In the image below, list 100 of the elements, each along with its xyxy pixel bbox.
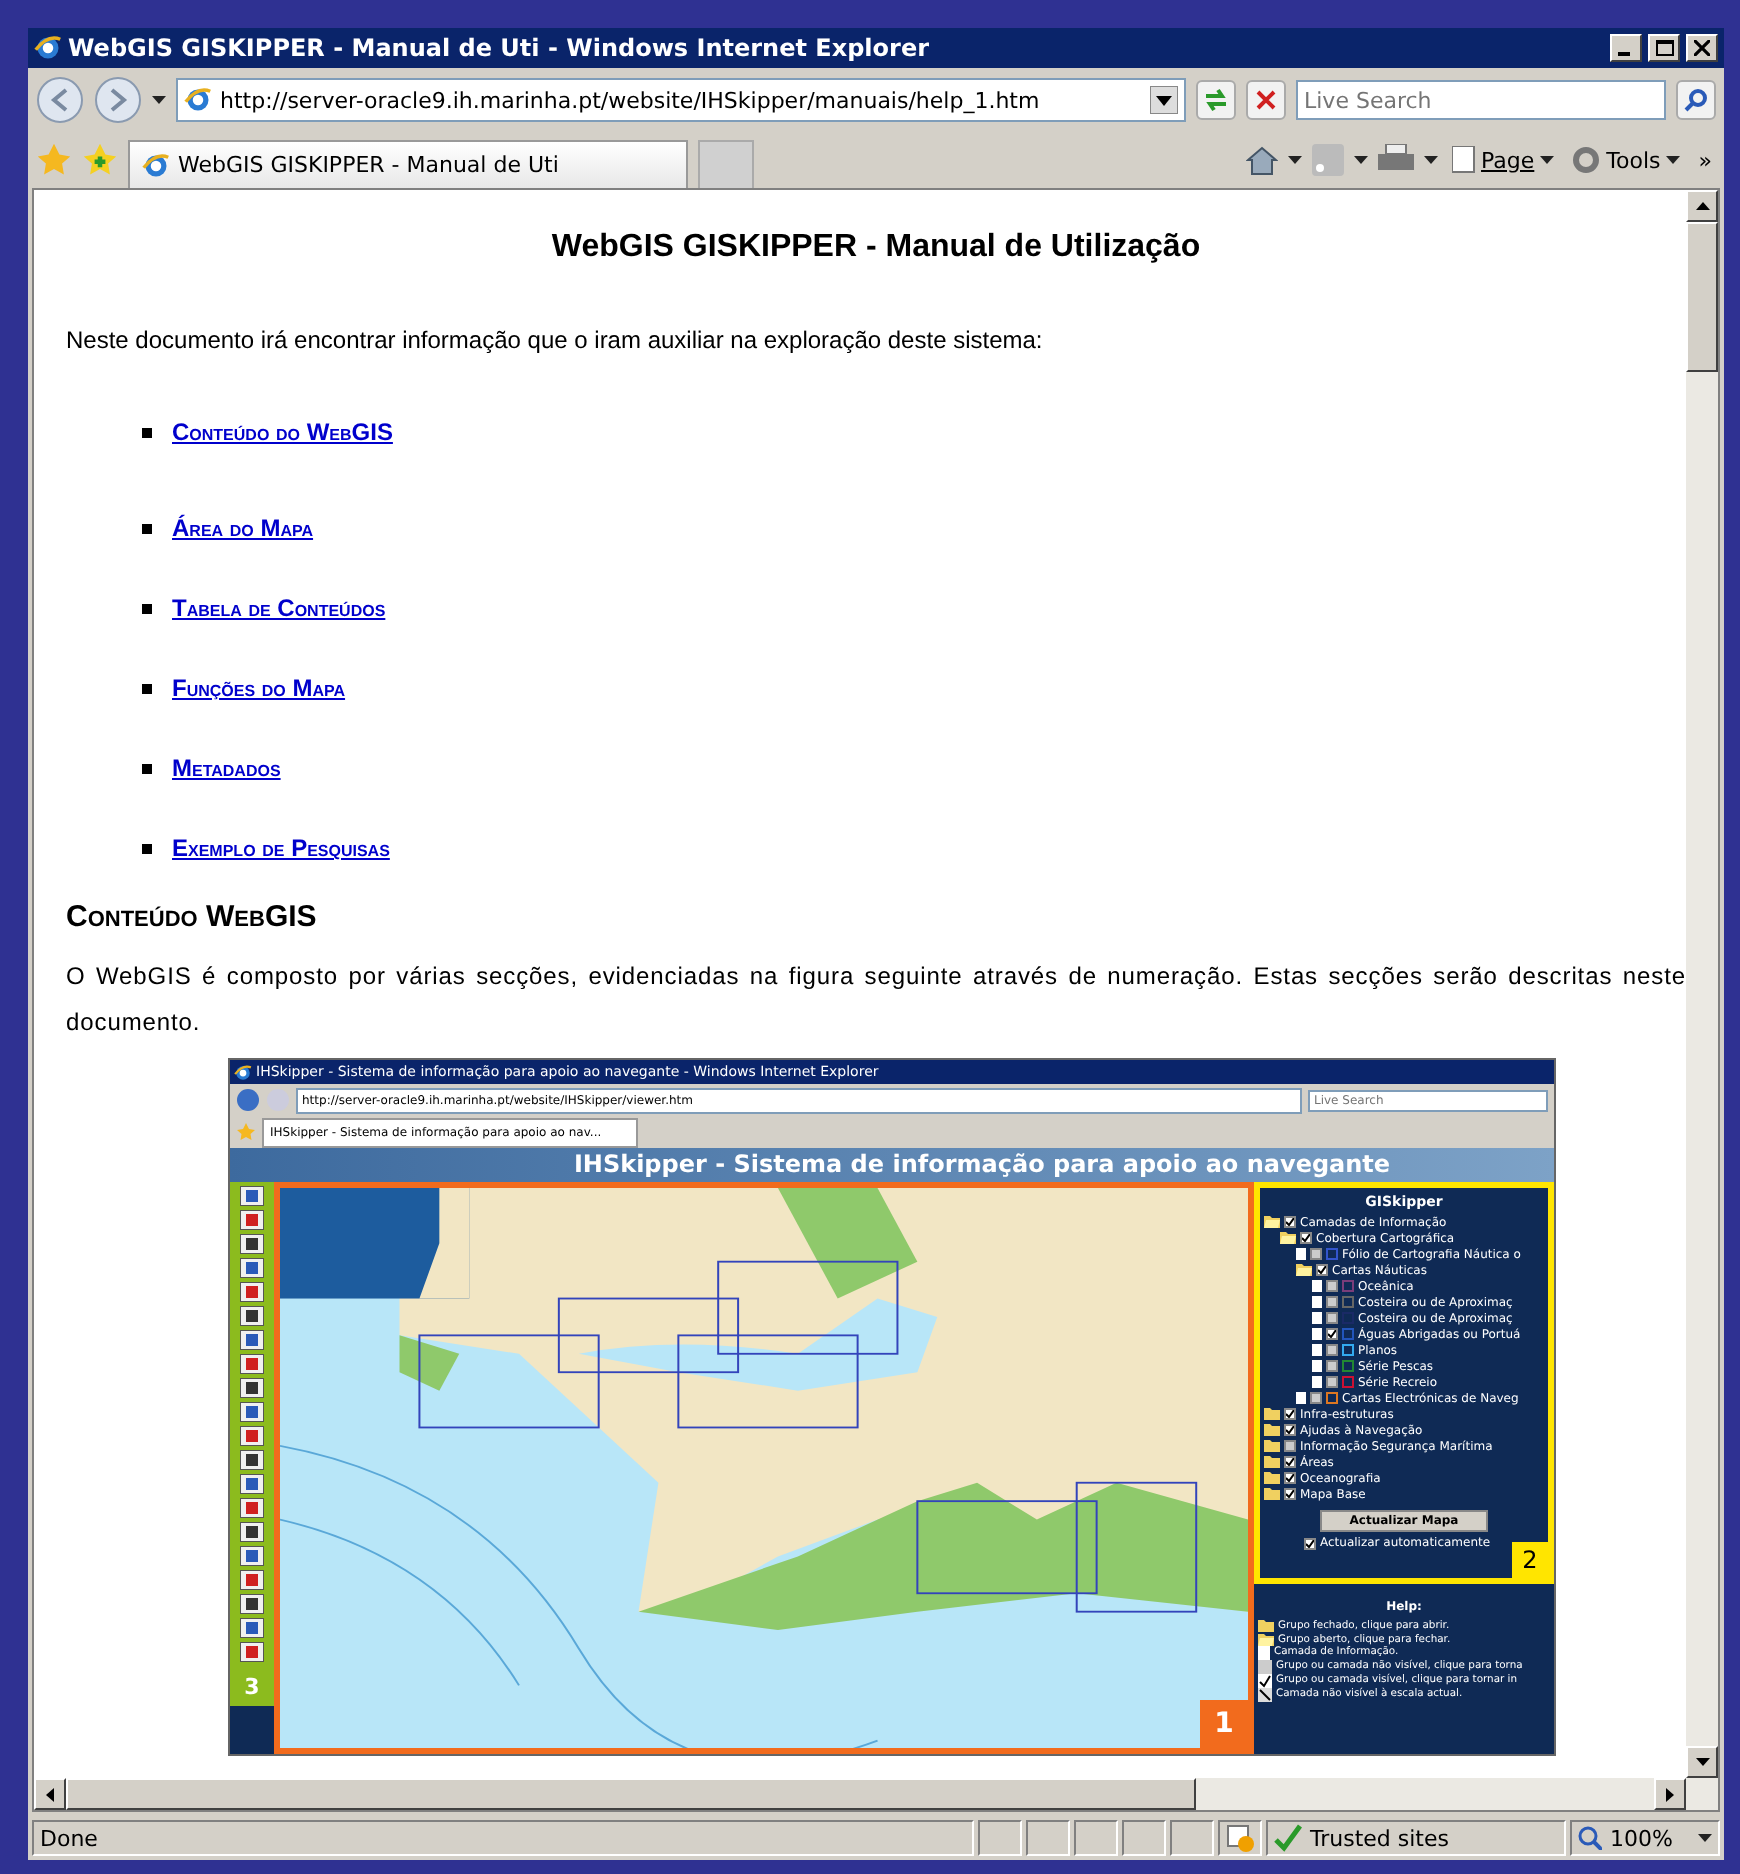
layer-checkbox[interactable] [1284, 1408, 1296, 1420]
checked-box-icon [1258, 1674, 1272, 1689]
folder-icon[interactable] [1258, 1620, 1274, 1633]
status-text: Done [32, 1820, 974, 1856]
scroll-left-button[interactable] [34, 1778, 66, 1810]
close-button[interactable] [1686, 34, 1718, 62]
dropdown-arrow-icon[interactable] [1423, 156, 1438, 164]
refresh-icon [1202, 86, 1230, 114]
folder-icon[interactable] [1264, 1456, 1280, 1468]
dropdown-arrow-icon[interactable] [1698, 1834, 1712, 1842]
section-number: 2 [1512, 1542, 1548, 1578]
section-link[interactable]: Metadados [172, 754, 281, 782]
maximize-button[interactable] [1648, 34, 1680, 62]
maximize-icon [1655, 40, 1673, 56]
search-button[interactable] [1676, 80, 1716, 120]
tool-icon [240, 1186, 264, 1206]
folder-icon[interactable] [1264, 1408, 1280, 1420]
layer-checkbox[interactable] [1284, 1456, 1296, 1468]
browser-tab[interactable]: WebGIS GISKIPPER - Manual de Uti [128, 140, 688, 188]
refresh-button[interactable] [1196, 80, 1236, 120]
layer-checkbox[interactable] [1310, 1248, 1322, 1260]
window-title: WebGIS GISKIPPER - Manual de Uti - Windows Internet Explorer [68, 34, 931, 62]
layer-checkbox[interactable] [1326, 1296, 1338, 1308]
layer-checkbox[interactable] [1326, 1328, 1338, 1340]
checkbox-icon [1258, 1660, 1272, 1675]
layer-checkbox[interactable] [1326, 1360, 1338, 1372]
dropdown-arrow-icon[interactable] [1150, 86, 1178, 114]
layer-checkbox[interactable] [1316, 1264, 1328, 1276]
status-pane [1026, 1820, 1070, 1856]
zoom-control[interactable]: 100% [1570, 1820, 1720, 1856]
tool-icon [240, 1474, 264, 1494]
browser-logo-icon [142, 151, 170, 179]
tool-icon [240, 1306, 264, 1326]
folder-icon[interactable] [1264, 1424, 1280, 1436]
bullet [142, 603, 152, 613]
section-link[interactable]: Conteúdo do WebGIS [172, 418, 393, 446]
app-banner: IHSkipper - Sistema de informação para apoio ao navegante [230, 1148, 1554, 1182]
scroll-down-button[interactable] [1686, 1746, 1718, 1778]
layer-checkbox[interactable] [1300, 1232, 1312, 1244]
scrollbar-thumb[interactable] [1686, 222, 1718, 372]
more-chevron[interactable]: » [1694, 147, 1716, 173]
zoom-icon [1578, 1826, 1602, 1850]
page-heading: WebGIS GISKIPPER - Manual de Utilização [549, 230, 1203, 266]
tool-icon [240, 1498, 264, 1518]
dropdown-arrow-icon[interactable] [1353, 156, 1368, 164]
layer-checkbox[interactable] [1326, 1312, 1338, 1324]
layer-checkbox[interactable] [1284, 1216, 1296, 1228]
tool-icon [240, 1426, 264, 1446]
scroll-right-button[interactable] [1654, 1778, 1686, 1810]
tool-icon [240, 1210, 264, 1230]
dropdown-arrow-icon[interactable] [1540, 156, 1555, 164]
forward-button[interactable] [94, 76, 142, 124]
history-dropdown-icon[interactable] [152, 96, 166, 104]
bullet [142, 523, 152, 533]
layer-checkbox[interactable] [1284, 1472, 1296, 1484]
layer-checkbox[interactable] [1326, 1376, 1338, 1388]
section-link[interactable]: Área do Mapa [172, 514, 314, 542]
tool-icon [240, 1594, 264, 1614]
star-icon[interactable] [36, 142, 72, 178]
open-folder-icon[interactable] [1296, 1264, 1312, 1276]
warning-icon[interactable] [1226, 1824, 1254, 1852]
home-icon[interactable] [1245, 144, 1278, 176]
stop-button[interactable] [1246, 80, 1286, 120]
browser-logo-icon [184, 86, 212, 114]
tool-icon [240, 1450, 264, 1470]
scroll-up-button[interactable] [1686, 190, 1718, 222]
address-field[interactable]: http://server-oracle9.ih.marinha.pt/website/IHSkipper/manuais/help_1.htm [176, 78, 1186, 122]
layer-scale-icon [1258, 1688, 1272, 1703]
folder-icon[interactable] [1264, 1488, 1280, 1500]
scrollbar-thumb[interactable] [66, 1778, 1196, 1810]
section-link[interactable]: Tabela de Conteúdos [172, 594, 386, 622]
bullet [142, 427, 152, 437]
open-folder-icon[interactable] [1264, 1216, 1280, 1228]
folder-icon[interactable] [1264, 1440, 1280, 1452]
page-menu[interactable]: Page [1447, 146, 1559, 174]
bullet [142, 843, 152, 853]
layer-checkbox[interactable] [1310, 1392, 1322, 1404]
tools-menu[interactable]: Tools [1568, 146, 1685, 174]
layer-checkbox[interactable] [1326, 1344, 1338, 1356]
printer-icon[interactable] [1377, 144, 1414, 176]
layer-checkbox[interactable] [1284, 1424, 1296, 1436]
section-link[interactable]: Funções do Mapa [172, 674, 346, 702]
tool-icon [240, 1546, 264, 1566]
status-pane [978, 1820, 1022, 1856]
open-folder-icon[interactable] [1258, 1633, 1274, 1646]
layer-checkbox[interactable] [1284, 1440, 1296, 1452]
dropdown-arrow-icon[interactable] [1287, 156, 1302, 164]
minimize-button[interactable] [1610, 34, 1642, 62]
search-field[interactable]: Live Search [1296, 80, 1666, 120]
dropdown-arrow-icon[interactable] [1666, 156, 1681, 164]
page-icon [1296, 1248, 1306, 1260]
layer-checkbox[interactable] [1326, 1280, 1338, 1292]
page-icon [1258, 1646, 1270, 1661]
section-number: 3 [230, 1666, 274, 1706]
back-button[interactable] [36, 76, 84, 124]
section-link[interactable]: Exemplo de Pesquisas [172, 834, 390, 862]
section-heading: Conteúdo WebGIS [66, 900, 319, 934]
layer-checkbox[interactable] [1284, 1488, 1296, 1500]
open-folder-icon[interactable] [1280, 1232, 1296, 1244]
folder-icon[interactable] [1264, 1472, 1280, 1484]
